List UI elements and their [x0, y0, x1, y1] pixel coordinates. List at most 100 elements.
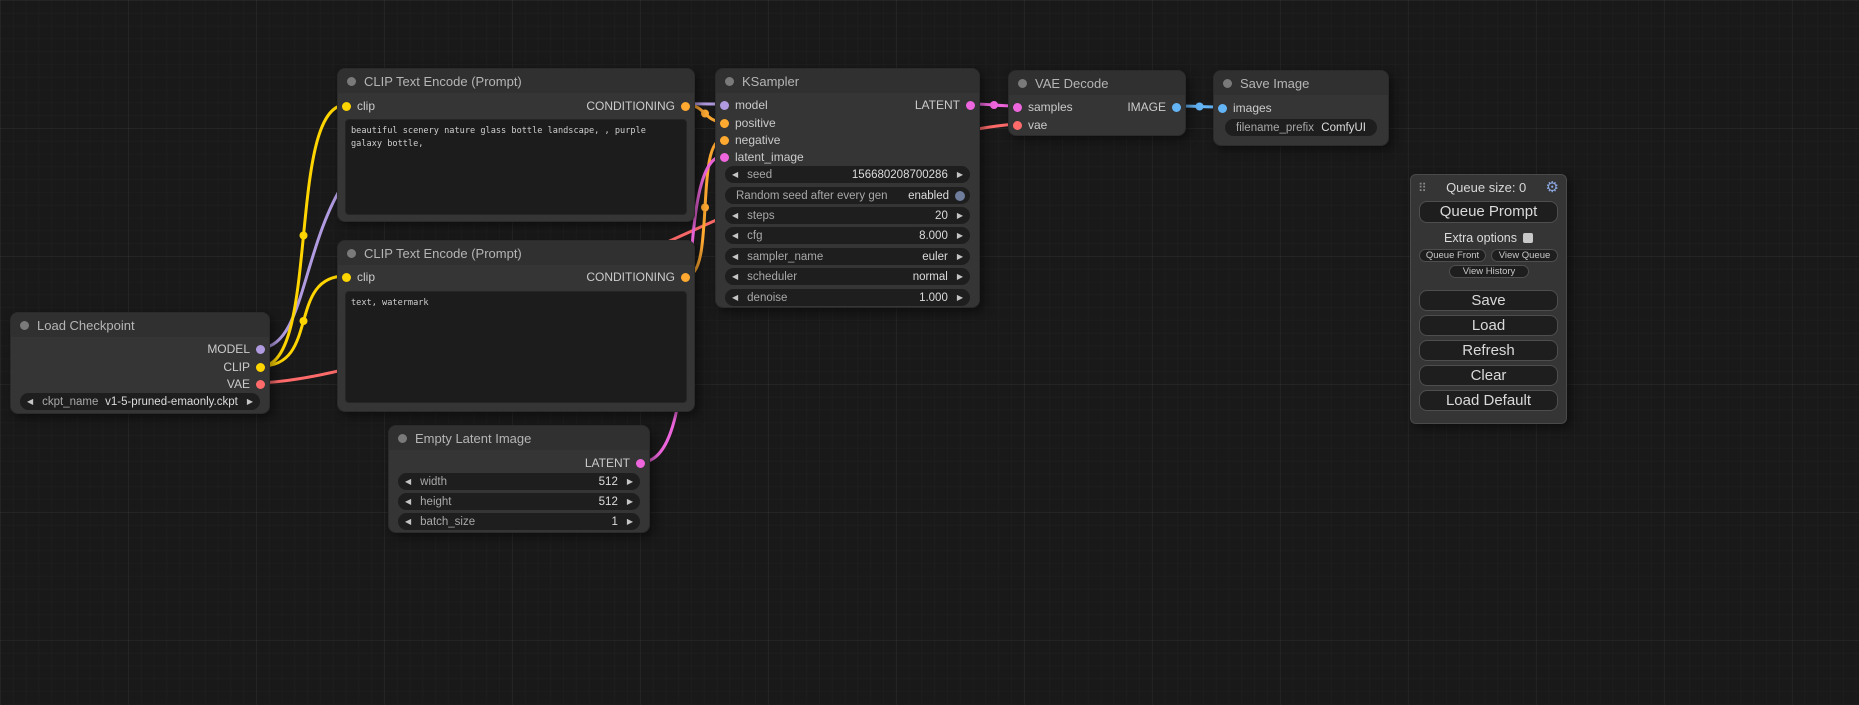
node-titlebar[interactable]: VAE Decode — [1009, 71, 1185, 95]
decrement-arrow-icon[interactable]: ◀ — [732, 231, 738, 240]
conditioning-port-icon[interactable] — [720, 136, 729, 145]
clear-button[interactable]: Clear — [1419, 365, 1558, 386]
increment-arrow-icon[interactable]: ▶ — [957, 170, 963, 179]
increment-arrow-icon[interactable]: ▶ — [957, 293, 963, 302]
input-slot-negative[interactable]: negative — [716, 132, 780, 148]
increment-arrow-icon[interactable]: ▶ — [627, 497, 633, 506]
queue-prompt-button[interactable]: Queue Prompt — [1419, 201, 1558, 223]
increment-arrow-icon[interactable]: ▶ — [627, 477, 633, 486]
decrement-arrow-icon[interactable]: ◀ — [732, 272, 738, 281]
input-slot-vae[interactable]: vae — [1009, 117, 1047, 133]
output-slot-conditioning[interactable]: CONDITIONING — [586, 269, 694, 285]
output-slot-model[interactable]: MODEL — [207, 341, 269, 357]
output-slot-latent[interactable]: LATENT — [915, 97, 979, 113]
decrement-arrow-icon[interactable]: ◀ — [405, 497, 411, 506]
decrement-arrow-icon[interactable]: ◀ — [405, 477, 411, 486]
node-vae-decode[interactable]: VAE Decode samples IMAGE vae — [1008, 70, 1186, 136]
input-slot-samples[interactable]: samples — [1009, 99, 1073, 115]
conditioning-port-icon[interactable] — [720, 119, 729, 128]
increment-arrow-icon[interactable]: ▶ — [627, 517, 633, 526]
output-slot-vae[interactable]: VAE — [227, 376, 269, 392]
node-titlebar[interactable]: Empty Latent Image — [389, 426, 649, 450]
latent-port-icon[interactable] — [636, 459, 645, 468]
latent-port-icon[interactable] — [1013, 103, 1022, 112]
load-default-button[interactable]: Load Default — [1419, 390, 1558, 411]
negative-prompt-textarea[interactable]: text, watermark — [345, 291, 687, 403]
node-clip-text-encode-positive[interactable]: CLIP Text Encode (Prompt) clip CONDITION… — [337, 68, 695, 222]
image-port-icon[interactable] — [1172, 103, 1181, 112]
node-empty-latent-image[interactable]: Empty Latent Image LATENT ◀ width 512 ▶ … — [388, 425, 650, 533]
clip-port-icon[interactable] — [256, 363, 265, 372]
vae-port-icon[interactable] — [1013, 121, 1022, 130]
height-widget[interactable]: ◀ height 512 ▶ — [398, 493, 640, 510]
increment-arrow-icon[interactable]: ▶ — [957, 231, 963, 240]
refresh-button[interactable]: Refresh — [1419, 340, 1558, 361]
latent-port-icon[interactable] — [720, 153, 729, 162]
output-slot-image[interactable]: IMAGE — [1127, 99, 1185, 115]
drag-handle-icon[interactable]: ⠿ — [1418, 182, 1427, 194]
node-titlebar[interactable]: CLIP Text Encode (Prompt) — [338, 241, 694, 265]
toggle-indicator-icon[interactable] — [955, 191, 965, 201]
decrement-arrow-icon[interactable]: ◀ — [732, 211, 738, 220]
settings-gear-icon[interactable]: ⚙ — [1546, 180, 1559, 195]
decrement-arrow-icon[interactable]: ◀ — [405, 517, 411, 526]
conditioning-port-icon[interactable] — [681, 102, 690, 111]
increment-arrow-icon[interactable]: ▶ — [957, 252, 963, 261]
load-button[interactable]: Load — [1419, 315, 1558, 336]
steps-widget[interactable]: ◀ steps 20 ▶ — [725, 207, 970, 224]
clip-port-icon[interactable] — [342, 273, 351, 282]
increment-arrow-icon[interactable]: ▶ — [247, 397, 253, 406]
node-clip-text-encode-negative[interactable]: CLIP Text Encode (Prompt) clip CONDITION… — [337, 240, 695, 412]
filename-prefix-widget[interactable]: filename_prefix ComfyUI — [1225, 119, 1377, 136]
input-slot-images[interactable]: images — [1214, 100, 1272, 116]
decrement-arrow-icon[interactable]: ◀ — [732, 252, 738, 261]
output-slot-latent[interactable]: LATENT — [585, 455, 649, 471]
width-widget[interactable]: ◀ width 512 ▶ — [398, 473, 640, 490]
vae-port-icon[interactable] — [256, 380, 265, 389]
slot-label: clip — [357, 270, 375, 284]
node-titlebar[interactable]: CLIP Text Encode (Prompt) — [338, 69, 694, 93]
sampler-name-widget[interactable]: ◀ sampler_name euler ▶ — [725, 248, 970, 265]
seed-widget[interactable]: ◀ seed 156680208700286 ▶ — [725, 166, 970, 183]
queue-front-button[interactable]: Queue Front — [1419, 249, 1486, 262]
increment-arrow-icon[interactable]: ▶ — [957, 211, 963, 220]
view-queue-button[interactable]: View Queue — [1491, 249, 1558, 262]
decrement-arrow-icon[interactable]: ◀ — [732, 170, 738, 179]
node-titlebar[interactable]: Load Checkpoint — [11, 313, 269, 337]
output-slot-conditioning[interactable]: CONDITIONING — [586, 98, 694, 114]
node-ksampler[interactable]: KSampler model LATENT positive negative … — [715, 68, 980, 308]
image-port-icon[interactable] — [1218, 104, 1227, 113]
model-port-icon[interactable] — [256, 345, 265, 354]
positive-prompt-textarea[interactable]: beautiful scenery nature glass bottle la… — [345, 119, 687, 215]
input-slot-positive[interactable]: positive — [716, 115, 776, 131]
denoise-widget[interactable]: ◀ denoise 1.000 ▶ — [725, 289, 970, 306]
node-titlebar[interactable]: Save Image — [1214, 71, 1388, 95]
latent-port-icon[interactable] — [966, 101, 975, 110]
conditioning-port-icon[interactable] — [681, 273, 690, 282]
view-history-button[interactable]: View History — [1449, 265, 1529, 278]
save-button[interactable]: Save — [1419, 290, 1558, 311]
batch-size-widget[interactable]: ◀ batch_size 1 ▶ — [398, 513, 640, 530]
node-save-image[interactable]: Save Image images filename_prefix ComfyU… — [1213, 70, 1389, 146]
input-slot-clip[interactable]: clip — [338, 269, 375, 285]
cfg-widget[interactable]: ◀ cfg 8.000 ▶ — [725, 227, 970, 244]
widget-label: scheduler — [747, 271, 797, 283]
clip-port-icon[interactable] — [342, 102, 351, 111]
slot-label: IMAGE — [1127, 100, 1166, 114]
random-seed-toggle-widget[interactable]: Random seed after every gen enabled — [725, 187, 970, 204]
ckpt-name-widget[interactable]: ◀ ckpt_name v1-5-pruned-emaonly.ckpt ▶ — [20, 393, 260, 410]
input-slot-latent-image[interactable]: latent_image — [716, 149, 804, 165]
extra-options-checkbox[interactable] — [1523, 233, 1533, 243]
input-slot-clip[interactable]: clip — [338, 98, 375, 114]
input-slot-model[interactable]: model — [716, 97, 768, 113]
scheduler-widget[interactable]: ◀ scheduler normal ▶ — [725, 268, 970, 285]
model-port-icon[interactable] — [720, 101, 729, 110]
widget-value: 512 — [599, 496, 618, 508]
node-load-checkpoint[interactable]: Load Checkpoint MODEL CLIP VAE ◀ ckpt_na… — [10, 312, 270, 414]
decrement-arrow-icon[interactable]: ◀ — [27, 397, 33, 406]
increment-arrow-icon[interactable]: ▶ — [957, 272, 963, 281]
decrement-arrow-icon[interactable]: ◀ — [732, 293, 738, 302]
node-titlebar[interactable]: KSampler — [716, 69, 979, 93]
output-slot-clip[interactable]: CLIP — [223, 359, 269, 375]
widget-label: ckpt_name — [42, 396, 98, 408]
